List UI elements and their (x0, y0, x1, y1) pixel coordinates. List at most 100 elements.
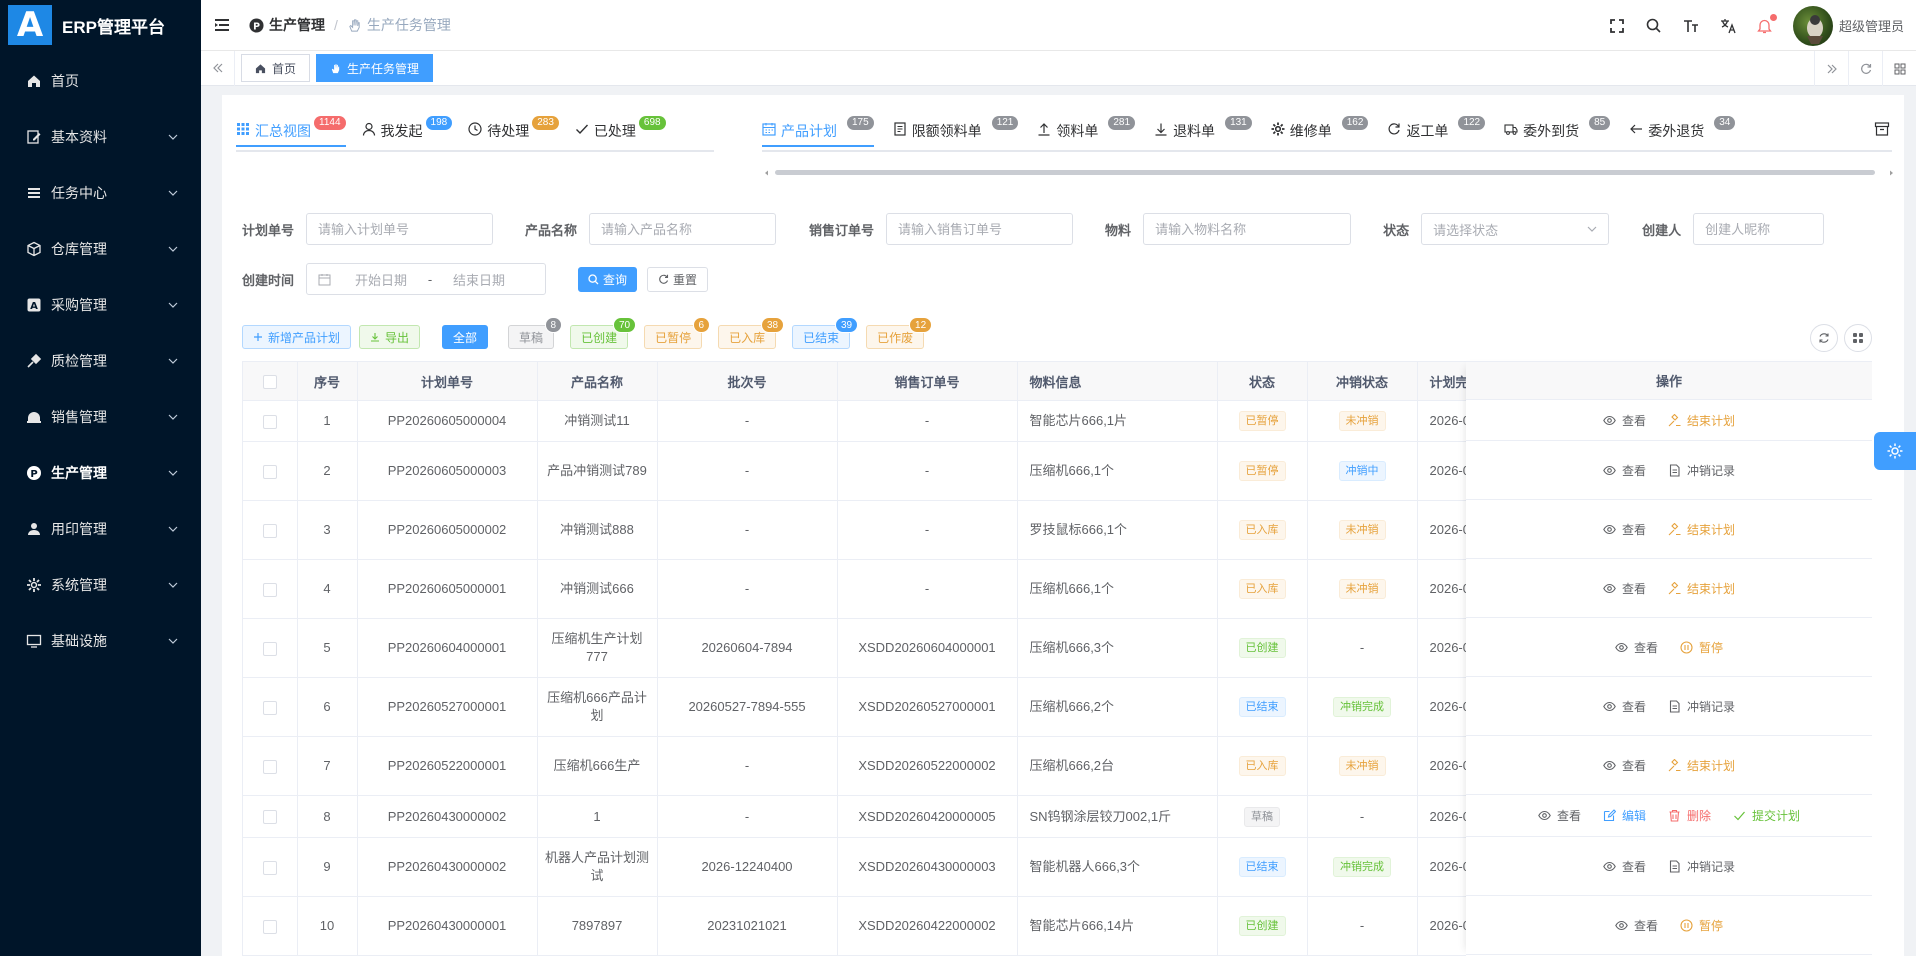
row-checkbox[interactable] (262, 414, 277, 429)
sidebar-item-8[interactable]: 用印管理 (0, 501, 201, 557)
theme-settings-button[interactable] (1874, 432, 1916, 470)
select-all-checkbox[interactable] (262, 374, 277, 389)
bell-icon[interactable] (1756, 13, 1777, 35)
filter-status-button-0[interactable]: 草稿 8 (508, 317, 563, 349)
refresh-icon[interactable] (1848, 51, 1882, 86)
row-checkbox[interactable] (262, 860, 277, 875)
view-button[interactable]: 查看 (1615, 917, 1658, 934)
material-input[interactable] (1143, 213, 1352, 245)
document-tab-5[interactable]: 返工单 122 (1387, 116, 1486, 147)
date-range-picker[interactable]: 开始日期 - 结束日期 (306, 263, 547, 295)
sidebar-item-5[interactable]: 质检管理 (0, 333, 201, 389)
sidebar-item-4[interactable]: A 采购管理 (0, 277, 201, 333)
tabs-scroll-right-icon[interactable] (1814, 51, 1848, 86)
row-checkbox[interactable] (262, 523, 277, 538)
view-button[interactable]: 查看 (1603, 462, 1646, 479)
sidebar-item-3[interactable]: 仓库管理 (0, 221, 201, 277)
filter-status-button-1[interactable]: 已创建 70 (570, 317, 637, 349)
tabs-scroll-left-icon[interactable] (201, 50, 235, 86)
sales-order-input[interactable] (886, 213, 1074, 245)
sidebar-item-1[interactable]: 基本资料 (0, 109, 201, 165)
column-settings-button[interactable] (1844, 324, 1872, 352)
view-tab-1[interactable]: 我发起 198 (362, 116, 453, 147)
pause-button[interactable]: 暂停 (1680, 639, 1723, 656)
breadcrumb-item-production[interactable]: 生产管理 (269, 15, 325, 35)
write-off-record-button[interactable]: 冲销记录 (1668, 698, 1735, 715)
sidebar-item-7[interactable]: P 生产管理 (0, 445, 201, 501)
document-tab-1[interactable]: 限额领料单 121 (893, 116, 1019, 147)
scroll-right-arrow-icon[interactable] (1888, 170, 1894, 176)
view-button[interactable]: 查看 (1603, 521, 1646, 538)
filter-all-button[interactable]: 全部 (442, 325, 489, 349)
filter-status-button-5[interactable]: 已作废 12 (866, 317, 933, 349)
end-date-input[interactable]: 结束日期 (439, 270, 519, 289)
view-button[interactable]: 查看 (1538, 807, 1581, 824)
row-checkbox[interactable] (262, 810, 277, 825)
query-button[interactable]: 查询 (578, 266, 638, 292)
view-tab-2[interactable]: 待处理 283 (468, 116, 559, 147)
export-button[interactable]: 导出 (359, 325, 421, 349)
table-refresh-button[interactable] (1810, 324, 1838, 352)
submit-plan-button[interactable]: 提交计划 (1733, 807, 1800, 824)
add-product-plan-button[interactable]: 新增产品计划 (242, 325, 352, 349)
row-checkbox[interactable] (262, 759, 277, 774)
filter-status-button-4[interactable]: 已结束 39 (792, 317, 859, 349)
view-button[interactable]: 查看 (1603, 858, 1646, 875)
document-tab-7[interactable]: 委外退货 34 (1629, 116, 1736, 147)
view-button[interactable]: 查看 (1615, 639, 1658, 656)
scroll-left-arrow-icon[interactable] (764, 170, 770, 176)
end-plan-button[interactable]: 结束计划 (1668, 412, 1735, 429)
row-checkbox[interactable] (262, 641, 277, 656)
document-tab-2[interactable]: 领料单 281 (1037, 116, 1136, 147)
avatar[interactable] (1792, 5, 1833, 46)
sidebar-item-6[interactable]: 销售管理 (0, 389, 201, 445)
font-size-icon[interactable] (1682, 17, 1700, 35)
row-checkbox[interactable] (262, 919, 277, 934)
view-button[interactable]: 查看 (1603, 757, 1646, 774)
hamburger-icon[interactable] (213, 16, 231, 34)
view-tab-0[interactable]: 汇总视图 1144 (236, 116, 346, 147)
document-tab-3[interactable]: 退料单 131 (1154, 116, 1252, 147)
tag-production-task[interactable]: 生产任务管理 (316, 54, 434, 82)
delete-button[interactable]: 删除 (1668, 807, 1711, 824)
edit-button[interactable]: 编辑 (1603, 807, 1646, 824)
view-tab-3[interactable]: 已处理 698 (575, 116, 666, 147)
creator-input[interactable] (1693, 213, 1825, 245)
username[interactable]: 超级管理员 (1839, 16, 1904, 35)
archive-icon[interactable] (1874, 121, 1890, 137)
view-button[interactable]: 查看 (1603, 412, 1646, 429)
translate-icon[interactable] (1719, 17, 1737, 35)
end-plan-button[interactable]: 结束计划 (1668, 757, 1735, 774)
grid-menu-icon[interactable] (1882, 51, 1916, 86)
view-button[interactable]: 查看 (1603, 698, 1646, 715)
status-select[interactable]: 请选择状态 (1421, 213, 1610, 245)
sidebar-item-10[interactable]: 基础设施 (0, 613, 201, 669)
sidebar-item-2[interactable]: 任务中心 (0, 165, 201, 221)
document-tab-6[interactable]: 委外到货 85 (1504, 116, 1611, 147)
document-tab-0[interactable]: 产品计划 175 (762, 116, 874, 147)
plan-no-input[interactable] (306, 213, 494, 245)
filter-status-button-3[interactable]: 已入库 38 (718, 317, 785, 349)
end-plan-button[interactable]: 结束计划 (1668, 580, 1735, 597)
row-checkbox[interactable] (262, 582, 277, 597)
row-checkbox[interactable] (262, 464, 277, 479)
filter-status-button-2[interactable]: 已暂停 6 (644, 317, 711, 349)
start-date-input[interactable]: 开始日期 (341, 270, 421, 289)
reset-button[interactable]: 重置 (647, 266, 709, 292)
write-off-record-button[interactable]: 冲销记录 (1668, 462, 1735, 479)
view-button[interactable]: 查看 (1603, 580, 1646, 597)
pause-button[interactable]: 暂停 (1680, 917, 1723, 934)
document-tab-4[interactable]: 维修单 162 (1271, 116, 1369, 147)
scrollbar-thumb[interactable] (775, 170, 1875, 175)
sidebar-item-0[interactable]: 首页 (0, 53, 201, 109)
row-checkbox[interactable] (262, 700, 277, 715)
document-tabs-scrollbar[interactable] (765, 170, 1894, 176)
fullscreen-icon[interactable] (1608, 17, 1626, 35)
end-plan-button[interactable]: 结束计划 (1668, 521, 1735, 538)
search-icon[interactable] (1645, 17, 1663, 35)
write-off-record-button[interactable]: 冲销记录 (1668, 858, 1735, 875)
product-name-input[interactable] (589, 213, 777, 245)
tag-home[interactable]: 首页 (241, 54, 311, 82)
logo[interactable]: A ERP管理平台 (0, 0, 201, 50)
sidebar-item-9[interactable]: 系统管理 (0, 557, 201, 613)
